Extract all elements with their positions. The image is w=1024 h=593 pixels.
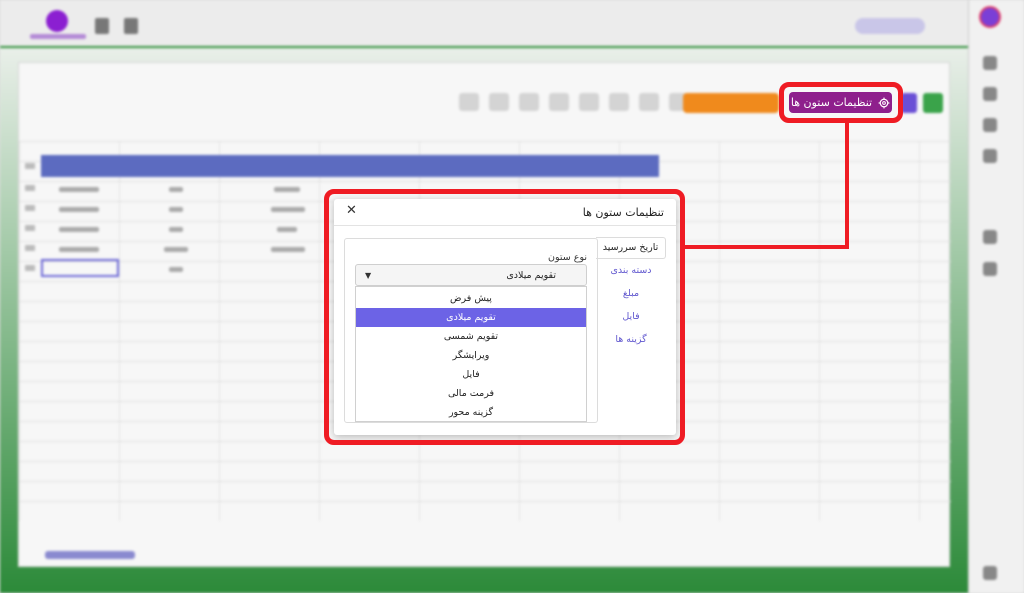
toolbar-tool[interactable] [609, 93, 629, 111]
copy-icon[interactable] [124, 18, 138, 34]
column-settings-label: تنظیمات ستون ها [790, 96, 873, 109]
cell-content [271, 207, 305, 212]
sheet-footer-controls[interactable] [45, 551, 135, 559]
column-type-label: نوع ستون [548, 252, 587, 263]
cell-content [169, 187, 183, 192]
option-gregorian-calendar[interactable]: تقویم میلادی [356, 308, 586, 327]
tab-due-date[interactable]: تاریخ سررسید [596, 237, 666, 259]
row-number [25, 205, 35, 211]
tab-file[interactable]: فایل [596, 305, 666, 328]
right-rail [968, 0, 1024, 593]
help-icon[interactable] [983, 566, 997, 580]
highlight-connector [682, 245, 849, 249]
toolbar-tool[interactable] [459, 93, 479, 111]
cell-content [169, 207, 183, 212]
option-file[interactable]: فایل [356, 365, 586, 384]
dialog-title: تنظیمات ستون ها [582, 206, 664, 219]
option-default[interactable]: پیش فرض [356, 289, 586, 308]
option-solar-calendar[interactable]: تقویم شمسی [356, 327, 586, 346]
caret-down-icon: ▼ [365, 271, 372, 280]
cell-content [169, 267, 183, 272]
tab-amount[interactable]: مبلغ [596, 282, 666, 305]
document-icon[interactable] [95, 18, 109, 34]
user-chip[interactable] [855, 18, 925, 34]
highlight-connector [845, 121, 849, 249]
cell-content [274, 187, 300, 192]
toolbar-tool[interactable] [549, 93, 569, 111]
column-tabs: تاریخ سررسید دسته بندی مبلغ فایل گزینه ه… [596, 237, 666, 351]
cell-content [59, 247, 99, 252]
cell-content [59, 207, 99, 212]
gear-icon [878, 97, 890, 108]
cell-content [271, 247, 305, 252]
column-settings-dialog: تنظیمات ستون ها ✕ تاریخ سررسید دسته بندی… [334, 199, 676, 435]
settings-icon[interactable] [983, 230, 997, 244]
grid-icon[interactable] [983, 118, 997, 132]
cell-content [59, 227, 99, 232]
orange-action-button[interactable] [683, 93, 779, 113]
file-icon[interactable] [983, 149, 997, 163]
tab-content: نوع ستون تقویم میلادی ▼ پیش فرض تقویم می… [344, 238, 598, 423]
top-bar [0, 0, 968, 48]
row-number [25, 265, 35, 271]
tab-options[interactable]: گزینه ها [596, 328, 666, 351]
row-number [25, 225, 35, 231]
home-icon[interactable] [983, 56, 997, 70]
column-type-select[interactable]: تقویم میلادی ▼ [355, 264, 587, 286]
tab-category[interactable]: دسته بندی [596, 259, 666, 282]
cell-content [277, 227, 297, 232]
app-logo-text [30, 34, 86, 39]
list-icon[interactable] [983, 262, 997, 276]
selected-cell[interactable] [41, 259, 119, 277]
close-icon[interactable]: ✕ [346, 203, 357, 218]
avatar[interactable] [979, 6, 1001, 28]
column-settings-button[interactable]: تنظیمات ستون ها [789, 92, 892, 113]
column-type-value: تقویم میلادی [506, 270, 556, 281]
option-choice-based[interactable]: گزینه محور [356, 403, 586, 422]
green-mini-button[interactable] [923, 93, 943, 113]
cell-content [164, 247, 188, 252]
row-number [25, 245, 35, 251]
row-number [25, 163, 35, 169]
app-logo-icon [46, 10, 68, 32]
option-financial-format[interactable]: فرمت مالی [356, 384, 586, 403]
column-type-options: پیش فرض تقویم میلادی تقویم شمسی ویرایشگر… [355, 286, 587, 422]
row-number [25, 185, 35, 191]
spreadsheet-header-row [41, 155, 659, 177]
sheet-toolbar [459, 93, 689, 113]
option-editor[interactable]: ویرایشگر [356, 346, 586, 365]
chat-icon[interactable] [983, 87, 997, 101]
cell-content [59, 187, 99, 192]
cell-content [169, 227, 183, 232]
toolbar-tool[interactable] [579, 93, 599, 111]
toolbar-tool[interactable] [489, 93, 509, 111]
toolbar-tool[interactable] [519, 93, 539, 111]
purple-mini-button[interactable] [901, 93, 917, 113]
toolbar-tool[interactable] [639, 93, 659, 111]
dialog-header: تنظیمات ستون ها ✕ [334, 199, 676, 226]
